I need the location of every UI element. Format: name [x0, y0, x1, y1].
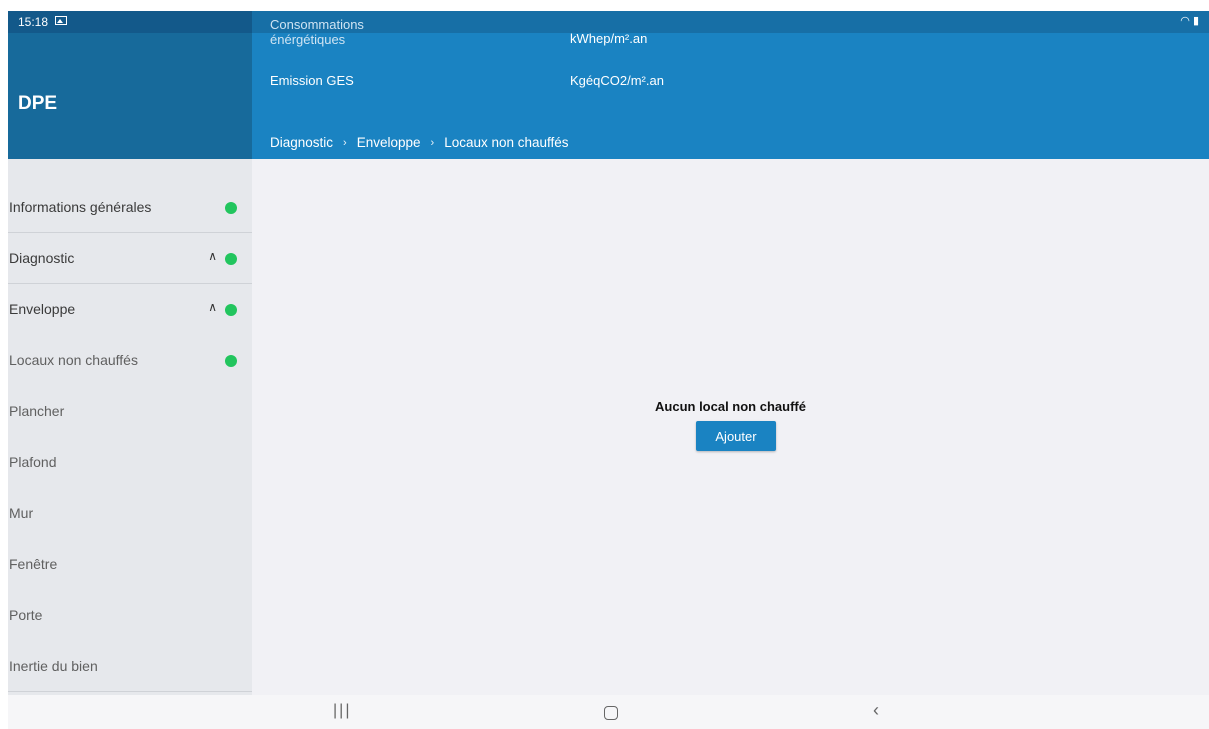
sidebar-item-label: Locaux non chauffés [9, 352, 138, 368]
empty-state-message: Aucun local non chauffé [655, 399, 806, 414]
breadcrumb-locaux-non-chauffes[interactable]: Locaux non chauffés [444, 135, 568, 150]
status-dot-icon [225, 253, 237, 265]
status-time: 15:18 [18, 15, 49, 29]
sidebar-item-label: Plancher [9, 403, 65, 419]
sidebar-item-informations-generales[interactable]: Informations générales [8, 181, 252, 232]
sidebar-item-plancher[interactable]: Plancher [8, 385, 252, 436]
status-dot-icon [225, 304, 237, 316]
chevron-right-icon: › [343, 136, 347, 149]
consommation-unit: kWhep/m².an [570, 31, 648, 46]
sidebar-item-mur[interactable]: Mur [8, 487, 252, 538]
breadcrumb: Diagnostic › Enveloppe › Locaux non chau… [270, 135, 569, 150]
divider [8, 691, 252, 692]
recents-icon[interactable]: ||| [333, 702, 351, 720]
tablet-screen: DPE Consommations énérgétiques kWhep/m².… [8, 11, 1209, 729]
sidebar-item-locaux-non-chauffes[interactable]: Locaux non chauffés [8, 334, 252, 385]
emission-label: Emission GES [270, 73, 354, 88]
breadcrumb-enveloppe[interactable]: Enveloppe [357, 135, 421, 150]
emission-unit: KgéqCO2/m².an [570, 73, 664, 88]
sidebar-item-porte[interactable]: Porte [8, 589, 252, 640]
sidebar-item-enveloppe[interactable]: Enveloppe ∧ [8, 283, 252, 334]
home-icon[interactable] [604, 706, 618, 720]
chevron-up-icon[interactable]: ∧ [208, 300, 217, 314]
sidebar-item-label: Enveloppe [9, 301, 76, 317]
sidebar-item-label: Plafond [9, 454, 57, 470]
add-button[interactable]: Ajouter [696, 421, 776, 451]
sidebar-item-label: Porte [9, 607, 43, 623]
sidebar-item-inertie-du-bien[interactable]: Inertie du bien [8, 640, 252, 691]
battery-icon: ▮ [1192, 15, 1199, 27]
main-content: Aucun local non chauffé Ajouter [252, 159, 1209, 695]
header: Consommations énérgétiques kWhep/m².an E… [252, 11, 1209, 159]
sidebar-item-plafond[interactable]: Plafond [8, 436, 252, 487]
system-nav-bar: ||| ‹ [8, 695, 1209, 729]
status-bar: 15:18 ◠ ▮ [8, 11, 1209, 33]
sidebar-item-label: Inertie du bien [9, 658, 98, 674]
sidebar-item-label: Informations générales [9, 199, 152, 215]
chevron-up-icon[interactable]: ∧ [208, 249, 217, 263]
sidebar: Informations générales Diagnostic ∧ Enve… [8, 159, 252, 695]
back-icon[interactable]: ‹ [873, 700, 879, 721]
gallery-icon [55, 16, 67, 25]
chevron-right-icon: › [430, 136, 435, 149]
sidebar-item-label: Mur [9, 505, 34, 521]
status-dot-icon [225, 355, 237, 367]
breadcrumb-diagnostic[interactable]: Diagnostic [270, 135, 333, 150]
sidebar-item-diagnostic[interactable]: Diagnostic ∧ [8, 232, 252, 283]
sidebar-item-label: Fenêtre [9, 556, 58, 572]
sidebar-item-label: Diagnostic [9, 250, 75, 266]
status-right-icons: ◠ ▮ [1180, 14, 1199, 27]
wifi-icon: ◠ [1180, 15, 1190, 27]
sidebar-item-fenetre[interactable]: Fenêtre [8, 538, 252, 589]
status-dot-icon [225, 202, 237, 214]
app-title: DPE [18, 93, 58, 114]
app-brand-panel: DPE [8, 11, 252, 159]
